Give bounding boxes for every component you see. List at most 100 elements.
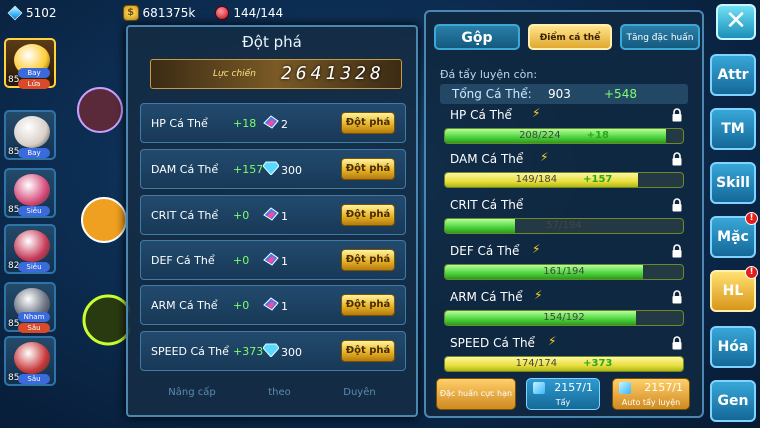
- wash-button[interactable]: 2157/1 Tẩy: [526, 378, 600, 410]
- team-pet-slot[interactable]: 85 Bay: [4, 110, 56, 160]
- breakthrough-button[interactable]: Đột phá: [341, 204, 395, 226]
- stat-progress-row: CRIT Cá Thể 57/194: [440, 198, 690, 238]
- stat-name: CRIT Cá Thể: [450, 198, 524, 212]
- breakthrough-row: DAM Cá Thể +157 300 Đột phá: [140, 149, 406, 189]
- side-menu-label: Gen: [717, 393, 749, 409]
- side-menu-label: TM: [721, 121, 745, 137]
- stat-progress-text: 154/192: [543, 312, 585, 323]
- stat-progress-text: 208/224 +18: [519, 130, 609, 141]
- stat-progress-bar: 208/224 +18: [444, 128, 684, 144]
- stat-current: 208: [519, 130, 539, 141]
- stat-name: SPEED Cá Thể: [450, 336, 535, 350]
- footer-tab[interactable]: theo: [268, 387, 291, 411]
- breakthrough-button[interactable]: Đột phá: [341, 158, 395, 180]
- stat-name: DAM Cá Thể: [151, 163, 219, 176]
- side-menu-button[interactable]: Skill: [710, 162, 756, 204]
- notification-badge-icon: !: [745, 266, 758, 279]
- stat-progress-bar: 154/192: [444, 310, 684, 326]
- stamina-counter: 144/144: [215, 6, 283, 20]
- tab-individual-points[interactable]: Điểm cá thể: [528, 24, 612, 50]
- side-menu-button[interactable]: Attr: [710, 54, 756, 96]
- breakthrough-button[interactable]: Đột phá: [341, 249, 395, 271]
- pet-type-tag: Lửa: [18, 79, 50, 89]
- breakthrough-button[interactable]: Đột phá: [341, 112, 395, 134]
- stat-bonus: +373: [233, 345, 264, 358]
- tab-special-training[interactable]: Tăng đặc huấn: [620, 24, 700, 50]
- side-menu-button[interactable]: Hóa: [710, 326, 756, 368]
- stat-progress-row: SPEED Cá Thể ⚡ 174/174 +373: [440, 334, 690, 376]
- stat-bonus: +373: [583, 358, 613, 369]
- pet-portrait-icon: [14, 342, 50, 374]
- combat-power-label: Lực chiến: [213, 69, 256, 79]
- pet-type-tag: Siêu: [18, 206, 50, 216]
- stat-name: HP Cá Thể: [450, 108, 512, 122]
- team-pet-slot[interactable]: 85 Nham Sâu: [4, 282, 56, 333]
- combat-power-box: Lực chiến 2641328: [150, 59, 402, 89]
- team-pet-slot[interactable]: 85 Siêu: [4, 168, 56, 218]
- team-pet-slot[interactable]: 85 Bay Lửa: [4, 38, 56, 89]
- bottom-tabs: Nâng cấp theo Duyên: [142, 387, 402, 411]
- stat-name: ARM Cá Thể: [450, 290, 523, 304]
- lock-icon[interactable]: [672, 244, 682, 258]
- bolt-icon: ⚡: [532, 106, 541, 120]
- breakthrough-row: DEF Cá Thể +0 1 Đột phá: [140, 240, 406, 280]
- stat-name: SPEED Cá Thể: [151, 345, 229, 358]
- pet-portrait-icon: [14, 230, 50, 262]
- bolt-icon: ⚡: [540, 150, 549, 164]
- gem-icon: [7, 5, 23, 21]
- lock-icon[interactable]: [672, 152, 682, 166]
- wash-stone-icon: [619, 382, 631, 394]
- stat-name: DAM Cá Thể: [450, 152, 524, 166]
- team-pet-slot[interactable]: 82 Siêu: [4, 224, 56, 274]
- side-menu-label: Skill: [716, 175, 750, 191]
- stat-bonus: +18: [233, 117, 257, 130]
- stat-bonus: +0: [233, 209, 250, 222]
- panel-title: Đột phá: [242, 33, 302, 51]
- wash-stone-remaining-label: Đá tẩy luyện còn:: [440, 68, 538, 81]
- side-menu-button[interactable]: Gen: [710, 380, 756, 422]
- cost-value: 1: [281, 255, 288, 268]
- gem-counter: 5102: [7, 5, 57, 21]
- stat-progress-row: DAM Cá Thể ⚡ 149/184 +157: [440, 150, 690, 192]
- breakthrough-button[interactable]: Đột phá: [341, 294, 395, 316]
- tab-combine[interactable]: Gộp: [434, 24, 520, 50]
- gem-value: 5102: [26, 6, 57, 20]
- stat-max: 194: [565, 266, 585, 277]
- auto-wash-button[interactable]: 2157/1 Auto tẩy luyện: [612, 378, 690, 410]
- stat-max: 192: [565, 312, 585, 323]
- breakthrough-panel: Đột phá Lực chiến 2641328 HP Cá Thể +18 2 Đ…: [126, 25, 418, 417]
- close-button[interactable]: ✕: [716, 4, 756, 40]
- crystal-icon: [263, 115, 279, 129]
- pet-type-tag: Nham: [18, 312, 50, 322]
- pet-type-tag: Bay: [18, 148, 50, 158]
- pet-orb-icon: [77, 87, 123, 133]
- combat-power-value: 2641328: [281, 63, 385, 84]
- total-bonus: +548: [604, 87, 637, 101]
- stat-name: DEF Cá Thể: [151, 254, 215, 267]
- footer-tab[interactable]: Duyên: [343, 387, 375, 411]
- team-pet-slot[interactable]: 85 Sâu: [4, 336, 56, 386]
- footer-tab[interactable]: Nâng cấp: [168, 387, 215, 411]
- auto-wash-count: 2157/1: [644, 381, 683, 394]
- pet-portrait-icon: [14, 174, 50, 206]
- side-menu-button[interactable]: HL!: [710, 266, 758, 312]
- side-menu-button[interactable]: TM: [710, 108, 756, 150]
- lock-icon[interactable]: [672, 336, 682, 350]
- lock-icon[interactable]: [672, 198, 682, 212]
- stat-progress-bar: 161/194: [444, 264, 684, 280]
- side-menu-label: HL: [722, 283, 744, 299]
- cost-value: 1: [281, 210, 288, 223]
- stat-progress-bar: 174/174 +373: [444, 356, 684, 372]
- lock-icon[interactable]: [672, 290, 682, 304]
- stat-max: 184: [538, 174, 558, 185]
- stat-current: 154: [543, 312, 563, 323]
- lock-icon[interactable]: [672, 108, 682, 122]
- special-training-button[interactable]: Đặc huấn cực hạn: [436, 378, 516, 410]
- pet-type-tag: Bay: [18, 68, 50, 78]
- side-menu-button[interactable]: Mặc!: [710, 212, 758, 258]
- stat-name: HP Cá Thể: [151, 117, 208, 130]
- gear-orb-icon: [82, 294, 130, 346]
- breakthrough-button[interactable]: Đột phá: [341, 340, 395, 362]
- stat-max: 224: [541, 130, 561, 141]
- pet-type-tag: Sâu: [18, 374, 50, 384]
